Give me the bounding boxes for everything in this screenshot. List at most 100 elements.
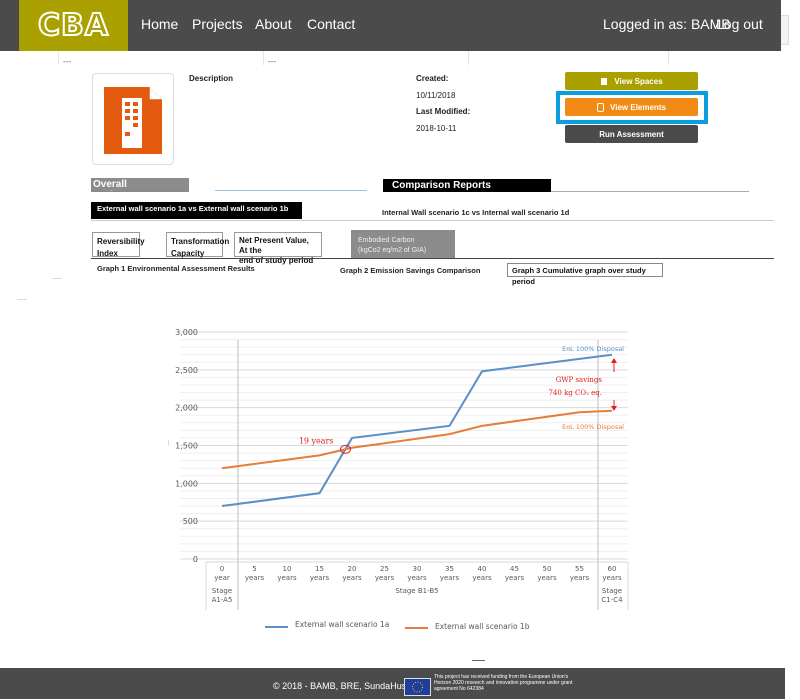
x-tick-label: 50 — [543, 565, 552, 573]
metric-line: Reversibility — [97, 236, 135, 248]
x-tick-label: years — [537, 574, 557, 582]
nav-home[interactable]: Home — [141, 16, 178, 32]
logo-text: CBA — [38, 8, 109, 43]
x-tick-label: years — [342, 574, 362, 582]
logout-link[interactable]: Log out — [716, 16, 763, 32]
strip-dash: --- — [63, 57, 71, 66]
strip-dash: --- — [268, 57, 276, 66]
divider — [52, 278, 62, 279]
graph1-link[interactable]: Graph 1 Environmental Assessment Results — [97, 264, 255, 273]
tab-overall-performance[interactable]: Overall Performance — [91, 178, 189, 191]
created-value: 10/11/2018 — [416, 91, 455, 100]
y-tick-label: 0 — [193, 555, 198, 564]
graph3-link[interactable]: Graph 3 Cumulative graph over study peri… — [507, 263, 663, 277]
metric-line: (kgCo2 eq/m2 of GIA) — [358, 246, 448, 256]
x-tick-label: years — [245, 574, 265, 582]
nav-projects[interactable]: Projects — [192, 16, 243, 32]
crossover-label: 19 years — [299, 436, 334, 445]
sub-strip: --- --- — [0, 51, 800, 65]
x-tick-label: year — [214, 574, 230, 582]
run-assessment-button[interactable]: Run Assessment — [565, 125, 698, 143]
eol-label-top: EoL 100% Disposal — [562, 345, 624, 353]
description-label: Description — [189, 74, 233, 83]
x-tick-label: years — [570, 574, 590, 582]
metric-embodied-carbon[interactable]: Embodied Carbon(kgCo2 eq/m2 of GIA) — [351, 230, 455, 258]
metric-npv[interactable]: Net Present Value, At theend of study pe… — [234, 232, 322, 257]
stage-label: Stage — [602, 587, 622, 595]
x-tick-label: years — [375, 574, 395, 582]
x-tick-label: 20 — [348, 565, 357, 573]
legend-label-2: External wall scenario 1b — [435, 622, 530, 631]
strip-col — [668, 51, 768, 65]
gwp-savings-value: 740 kg CO₂ eq. — [548, 389, 602, 397]
view-elements-label: View Elements — [610, 103, 666, 112]
series-line-2 — [222, 411, 612, 469]
strip-col — [468, 51, 668, 65]
nav-about[interactable]: About — [255, 16, 292, 32]
eol-label-bottom: EoL 100% Disposal — [562, 423, 624, 431]
created-label: Created: — [416, 74, 448, 83]
stage-label: Stage B1-B5 — [395, 587, 438, 595]
metric-reversibility[interactable]: ReversibilityIndex — [92, 232, 140, 257]
project-thumbnail[interactable] — [92, 73, 174, 165]
view-spaces-label: View Spaces — [614, 77, 662, 86]
top-navbar: CBA Home Projects About Contact Logged i… — [0, 0, 781, 51]
run-assessment-label: Run Assessment — [599, 130, 664, 139]
metric-transformation[interactable]: TransformationCapacity — [166, 232, 223, 257]
tab-comparison-reports[interactable]: Comparison Reports — [383, 179, 551, 192]
view-spaces-button[interactable]: View Spaces — [565, 72, 698, 90]
spaces-icon — [600, 77, 608, 86]
tab-scenario-1c-1d[interactable]: Internal Wall scenario 1c vs Internal wa… — [382, 208, 569, 217]
y-axis-label: ... — [166, 440, 173, 446]
modified-label: Last Modified: — [416, 107, 470, 116]
strip-col: --- — [58, 51, 258, 65]
y-tick-label: 1,000 — [175, 479, 198, 488]
x-tick-label: years — [472, 574, 492, 582]
metric-line: Embodied Carbon — [358, 236, 448, 246]
x-tick-label: 0 — [220, 565, 224, 573]
y-tick-label: 2,000 — [175, 404, 198, 413]
x-tick-label: years — [505, 574, 525, 582]
x-tick-label: years — [602, 574, 622, 582]
x-tick-label: 10 — [283, 565, 292, 573]
x-tick-label: 55 — [575, 565, 584, 573]
building-file-icon — [93, 74, 175, 166]
divider — [91, 220, 774, 221]
gwp-savings-label: GWP savings — [556, 376, 603, 384]
scroll-edge — [781, 15, 789, 45]
savings-arrowhead-up — [611, 358, 617, 363]
divider — [91, 258, 774, 259]
legend-label-1: External wall scenario 1a — [295, 620, 389, 629]
modified-value: 2018-10-11 — [416, 124, 456, 133]
tab-scenario-1a-1b[interactable]: External wall scenario 1a vs External wa… — [91, 202, 302, 219]
x-tick-label: years — [277, 574, 297, 582]
divider — [17, 299, 27, 300]
footer: © 2018 - BAMB, BRE, SundaHus, Vito This … — [0, 668, 785, 699]
metric-line: Transformation — [171, 236, 218, 248]
graph2-link[interactable]: Graph 2 Emission Savings Comparison — [340, 266, 480, 275]
cumulative-chart: 05001,0001,5002,0002,5003,000...0year5ye… — [160, 320, 640, 650]
x-tick-label: 35 — [445, 565, 454, 573]
x-tick-label: 45 — [510, 565, 519, 573]
stage-label: Stage — [212, 587, 232, 595]
x-tick-label: 25 — [380, 565, 389, 573]
strip-col: --- — [263, 51, 463, 65]
divider — [472, 660, 485, 661]
x-tick-label: 40 — [478, 565, 487, 573]
y-tick-label: 500 — [183, 517, 198, 526]
logged-in-user: Logged in as: BAMB — [603, 16, 731, 32]
y-tick-label: 1,500 — [175, 442, 198, 451]
metric-line: Net Present Value, At the — [239, 236, 317, 256]
eu-flag-icon — [404, 678, 431, 696]
nav-contact[interactable]: Contact — [307, 16, 355, 32]
eu-funding-text: This project has received funding from t… — [434, 674, 584, 692]
stage-label: A1-A5 — [212, 596, 233, 604]
stage-label: C1-C4 — [601, 596, 623, 604]
x-tick-label: years — [407, 574, 427, 582]
x-tick-label: years — [310, 574, 330, 582]
view-elements-button[interactable]: View Elements — [565, 98, 698, 116]
cba-logo[interactable]: CBA — [19, 0, 128, 51]
divider — [91, 191, 189, 192]
divider — [551, 191, 749, 192]
x-tick-label: 60 — [608, 565, 617, 573]
